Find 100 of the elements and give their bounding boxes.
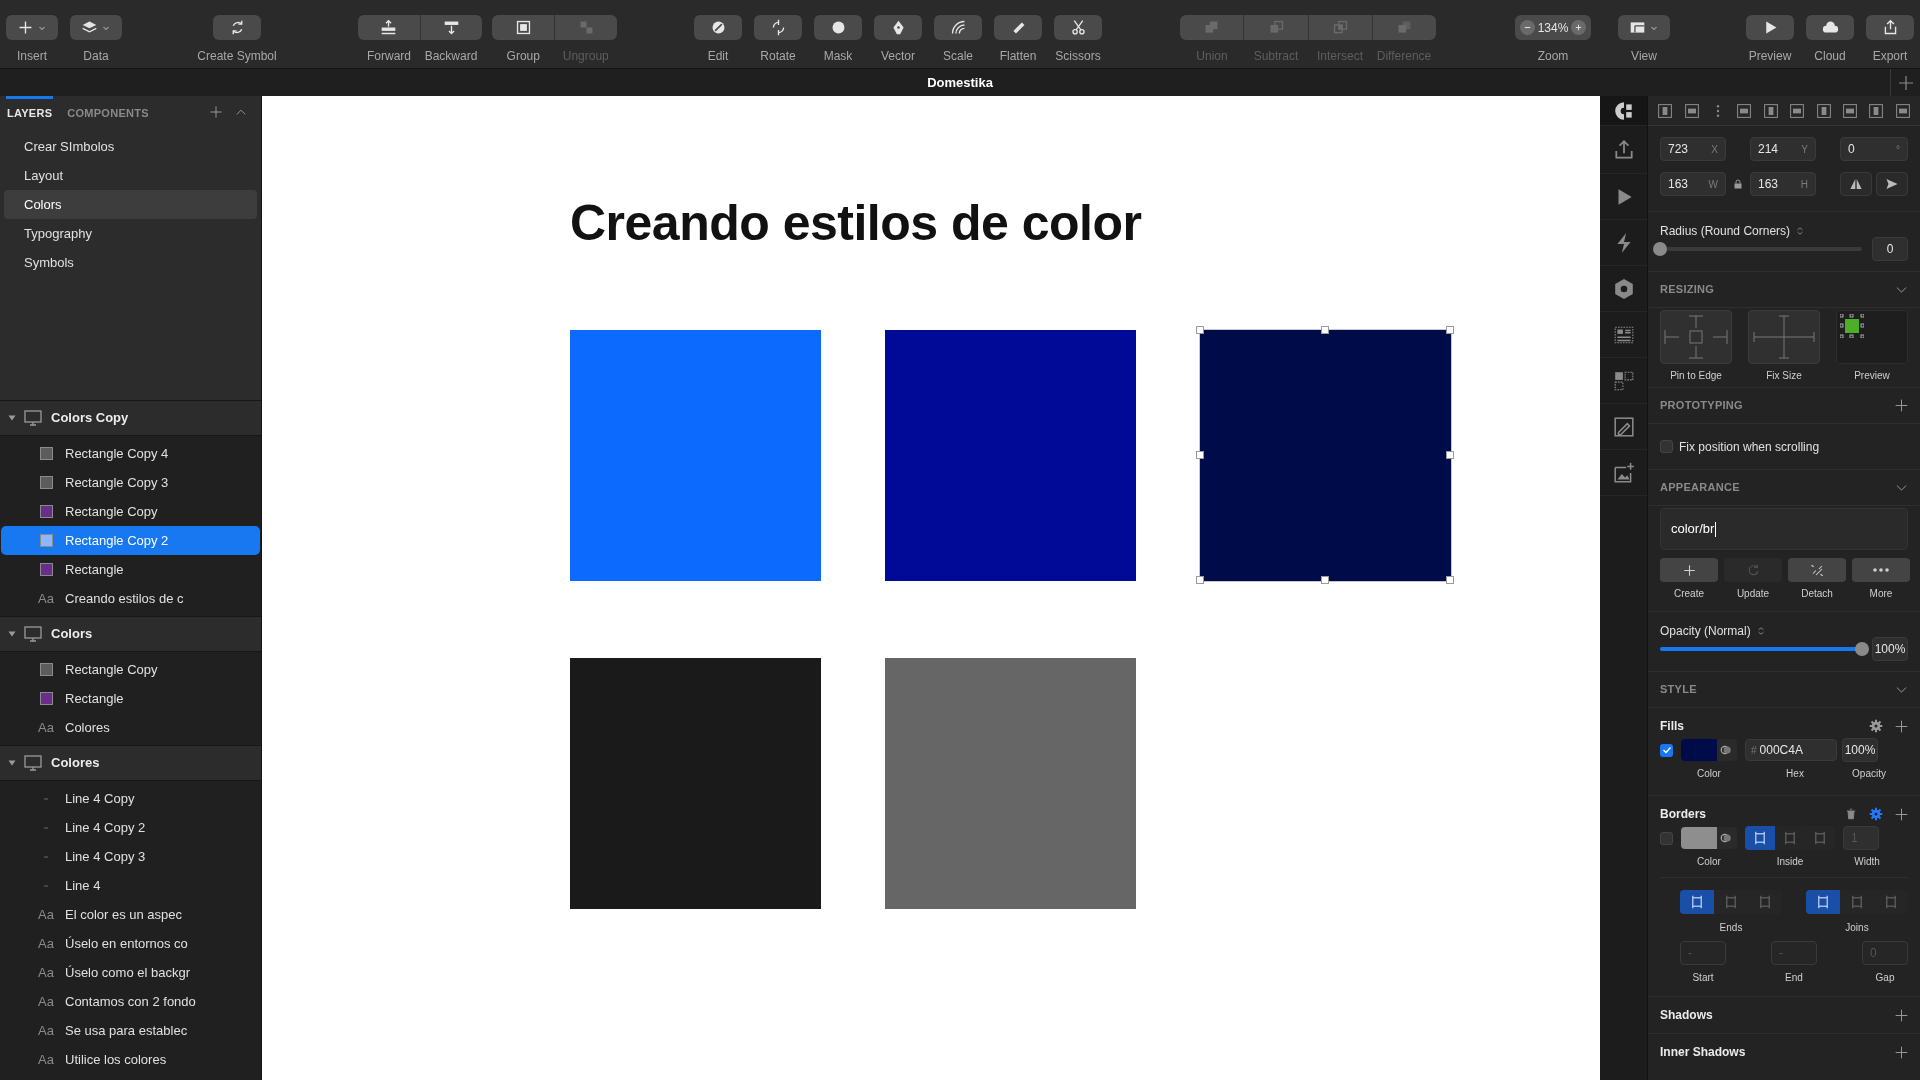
number-field[interactable]: 214 Y — [1750, 137, 1816, 161]
layer-item[interactable]: Line 4 Copy — [1, 784, 260, 813]
style-name-field[interactable]: color/br — [1660, 508, 1908, 550]
segment-button[interactable] — [1745, 826, 1775, 850]
layer-item[interactable]: Rectangle Copy 3 — [1, 468, 260, 497]
toolbar-button[interactable] — [1746, 15, 1794, 40]
layer-item[interactable]: Aa Utilice los colores — [1, 1045, 260, 1074]
add-icon[interactable] — [1895, 399, 1908, 412]
page-item[interactable]: Symbols — [4, 248, 257, 277]
layer-item[interactable]: Aa Úselo en entornos co — [1, 929, 260, 958]
number-field[interactable]: 0 ° — [1840, 137, 1908, 161]
layer-item[interactable]: Line 4 — [1, 871, 260, 900]
edit-image-icon[interactable] — [1612, 415, 1635, 438]
selection-handle[interactable] — [1446, 326, 1454, 334]
number-field[interactable]: 0 — [1872, 237, 1908, 261]
color-well[interactable] — [1681, 827, 1737, 849]
settings-icon[interactable] — [1869, 807, 1883, 821]
selection-handle[interactable] — [1196, 326, 1204, 334]
layer-item[interactable]: Line 4 Copy 2 — [1, 813, 260, 842]
component-icon[interactable] — [1612, 99, 1635, 122]
page-item[interactable]: Colors — [4, 190, 257, 219]
align-icon[interactable] — [1868, 102, 1885, 119]
align-icon[interactable] — [1736, 102, 1753, 119]
toolbar-button[interactable] — [934, 15, 982, 40]
selection-handle[interactable] — [1321, 326, 1329, 334]
layer-item[interactable]: Aa El color es un aspec — [1, 900, 260, 929]
upload-icon[interactable] — [1612, 138, 1635, 161]
expanded-triangle-icon[interactable] — [7, 758, 17, 768]
toolbar-button[interactable] — [754, 15, 802, 40]
layer-item[interactable]: Rectangle Copy — [1, 655, 260, 684]
toolbar-button[interactable] — [1806, 15, 1854, 40]
stepper-icon[interactable] — [1756, 625, 1765, 637]
number-field[interactable]: 100% — [1872, 637, 1908, 661]
layer-item[interactable]: Rectangle Copy 4 — [1, 439, 260, 468]
align-icon[interactable] — [1894, 102, 1911, 119]
toolbar-button[interactable] — [358, 15, 420, 40]
selection-handle[interactable] — [1196, 576, 1204, 584]
style-action-button[interactable] — [1852, 558, 1910, 582]
color-swatch[interactable] — [1681, 739, 1717, 761]
color-mode-icon[interactable] — [1720, 744, 1732, 756]
page-item[interactable]: Typography — [4, 219, 257, 248]
checkbox[interactable] — [1660, 743, 1673, 757]
toolbar-button[interactable] — [213, 15, 261, 40]
number-field[interactable]: 163 H — [1750, 172, 1816, 196]
add-icon[interactable] — [1895, 719, 1908, 733]
lock-icon[interactable] — [1733, 178, 1743, 190]
layer-item[interactable]: Line 4 Copy 3 — [1, 842, 260, 871]
distribute-icon[interactable] — [1657, 102, 1674, 119]
artboard-item[interactable]: Colores — [0, 745, 261, 781]
selection-handle[interactable] — [1196, 451, 1204, 459]
hex-field[interactable]: # 000C4A — [1745, 739, 1837, 761]
number-field[interactable]: 723 X — [1660, 137, 1726, 161]
layer-item[interactable]: Aa Creando estilos de c — [1, 584, 260, 613]
color-swatch[interactable] — [1681, 827, 1717, 849]
toolbar-button[interactable] — [814, 15, 862, 40]
toolbar-button[interactable] — [419, 15, 482, 40]
layer-item[interactable]: Aa Colores — [1, 713, 260, 742]
slider-thumb[interactable] — [1855, 642, 1869, 656]
toolbar-button[interactable] — [1054, 15, 1102, 40]
stepper-icon[interactable] — [1796, 225, 1805, 237]
add-image-icon[interactable] — [1612, 461, 1635, 484]
toolbar-button[interactable] — [1618, 15, 1670, 40]
add-icon[interactable] — [1895, 1008, 1908, 1022]
color-mode-icon[interactable] — [1720, 832, 1732, 844]
toolbar-button[interactable] — [492, 15, 555, 40]
checkbox[interactable] — [1660, 440, 1673, 453]
toolbar-button[interactable] — [994, 15, 1042, 40]
layer-item[interactable]: Aa Úselo como el backgr — [1, 958, 260, 987]
layer-item[interactable]: Rectangle — [1, 555, 260, 584]
add-icon[interactable] — [209, 105, 223, 119]
panel-tab[interactable]: COMPONENTS — [66, 96, 150, 128]
page-item[interactable]: Layout — [4, 161, 257, 190]
selection-handle[interactable] — [1321, 576, 1329, 584]
panel-tab[interactable]: LAYERS — [6, 96, 54, 128]
add-icon[interactable] — [1895, 807, 1908, 821]
align-icon[interactable] — [1789, 102, 1806, 119]
selection-handle[interactable] — [1446, 576, 1454, 584]
align-icon[interactable] — [1815, 102, 1832, 119]
add-icon[interactable] — [1895, 1045, 1908, 1059]
expanded-triangle-icon[interactable] — [7, 629, 17, 639]
toolbar-button[interactable] — [1866, 15, 1914, 40]
hexagon-icon[interactable] — [1612, 277, 1635, 300]
layer-item[interactable]: Aa Se usa para establec — [1, 1016, 260, 1045]
toolbar-button[interactable] — [874, 15, 922, 40]
flip-vertical-button[interactable] — [1876, 172, 1908, 196]
distribute-icon[interactable] — [1683, 102, 1700, 119]
trash-icon[interactable] — [1845, 807, 1857, 821]
selection-handle[interactable] — [1446, 451, 1454, 459]
number-field[interactable]: 100% — [1842, 738, 1878, 762]
settings-icon[interactable] — [1869, 719, 1883, 733]
segment-button[interactable] — [1680, 890, 1714, 914]
segment-button[interactable] — [1806, 890, 1840, 914]
page-item[interactable]: Crear SImbolos — [4, 132, 257, 161]
toolbar-button[interactable] — [70, 15, 122, 40]
expanded-triangle-icon[interactable] — [7, 413, 17, 423]
artboard-item[interactable]: Colors Copy — [0, 400, 261, 436]
number-field[interactable]: 163 W — [1660, 172, 1726, 196]
align-icon[interactable] — [1762, 102, 1779, 119]
grid-icon[interactable] — [1612, 369, 1635, 392]
slider-thumb[interactable] — [1653, 242, 1667, 256]
